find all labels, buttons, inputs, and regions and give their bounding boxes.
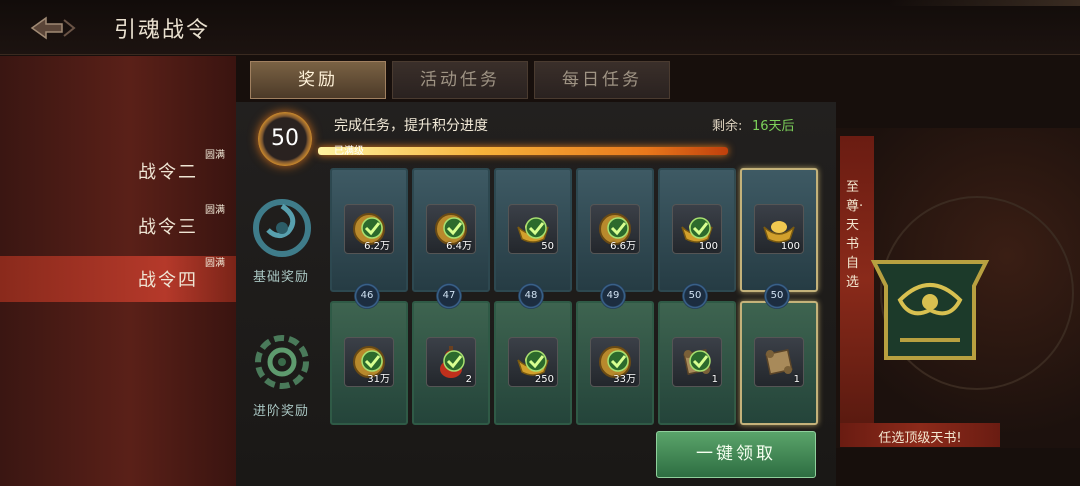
advanced-emblem-icon [250,330,314,394]
back-arrow-icon [30,16,76,40]
reward-quantity: 2 [465,374,472,385]
basic-reward-card[interactable]: 50 [494,168,572,292]
claimed-check-icon [441,217,467,239]
level-node: 48 [518,283,544,309]
basic-reward-card[interactable]: 100 [740,168,818,292]
tab-rewards[interactable]: 奖励 [250,61,386,99]
advanced-reward-card[interactable]: 31万 [330,301,408,425]
claimed-check-icon [523,350,549,372]
basic-reward-card[interactable]: 6.2万 [330,168,408,292]
tab-daily-tasks[interactable]: 每日任务 [534,61,670,99]
basic-rewards-label: 基础奖励 [253,270,310,285]
claimed-check-icon [687,350,713,372]
reward-quantity: 6.2万 [364,241,390,252]
reward-item: 50 [508,204,558,254]
back-button[interactable] [28,12,80,44]
basic-reward-card[interactable]: 6.4万 [412,168,490,292]
reward-quantity: 100 [780,241,800,252]
reward-quantity: 6.6万 [610,241,636,252]
advanced-reward-card[interactable]: 1 [658,301,736,425]
complete-badge: 圆满 [205,205,225,216]
reward-item: 33万 [590,337,640,387]
level-node: 50 [764,283,790,309]
sidebar-item-label: 战令三 [138,217,198,238]
claimed-check-icon [523,217,549,239]
claimed-check-icon [441,350,467,372]
maxed-label: 已满级 [334,146,364,157]
reward-item: 6.2万 [344,204,394,254]
claimed-check-icon [605,350,631,372]
claimed-check-icon [605,217,631,239]
sidebar-item-label: 战令四 [138,270,198,291]
reward-item: 2 [426,337,476,387]
claimed-check-icon [359,217,385,239]
reward-item: 31万 [344,337,394,387]
pick-hint: 任选顶级天书! [878,431,962,446]
claimed-check-icon [359,350,385,372]
basic-emblem-icon [250,196,314,260]
heavenly-book-icon[interactable] [860,250,1000,380]
advanced-reward-card[interactable]: 250 [494,301,572,425]
sidebar-item-pass-4[interactable]: 战令四 圆满 [0,256,236,302]
reward-quantity: 6.4万 [446,241,472,252]
claim-all-button[interactable]: 一键领取 [656,431,816,478]
claimed-check-icon [687,217,713,239]
basic-reward-card[interactable]: 6.6万 [576,168,654,292]
sidebar-item-pass-2[interactable]: 战令二 圆满 [0,148,236,194]
reward-item: 250 [508,337,558,387]
advanced-rewards-label: 进阶奖励 [253,404,310,419]
reward-item: 6.6万 [590,204,640,254]
sidebar: 战令二 圆满 战令三 圆满 战令四 圆满 [0,56,236,486]
level-node: 46 [354,283,380,309]
remaining-label: 剩余: [712,119,743,134]
reward-quantity: 250 [534,374,554,385]
level-node: 50 [682,283,708,309]
complete-badge: 圆满 [205,258,225,269]
advanced-reward-card[interactable]: 2 [412,301,490,425]
sidebar-item-pass-3[interactable]: 战令三 圆满 [0,203,236,249]
sidebar-item-label: 战令二 [138,162,198,183]
reward-item: 6.4万 [426,204,476,254]
reward-quantity: 100 [698,241,718,252]
top-decoration [890,0,1080,6]
level-node: 47 [436,283,462,309]
reward-quantity: 50 [541,241,554,252]
reward-item: 1 [672,337,722,387]
reward-quantity: 1 [793,374,800,385]
scroll-icon [761,344,797,380]
level-node: 49 [600,283,626,309]
reward-item: 100 [754,204,804,254]
remaining-value: 16天后 [752,119,795,134]
reward-quantity: 1 [711,374,718,385]
reward-quantity: 33万 [613,374,636,385]
advanced-reward-card[interactable]: 1 [740,301,818,425]
basic-reward-card[interactable]: 100 [658,168,736,292]
progress-bar [318,147,728,155]
tab-activity-tasks[interactable]: 活动任务 [392,61,528,99]
page-title: 引魂战令 [114,18,211,43]
task-hint: 完成任务，提升积分进度 [334,118,488,134]
reward-item: 1 [754,337,804,387]
complete-badge: 圆满 [205,150,225,161]
reward-item: 100 [672,204,722,254]
advanced-reward-card[interactable]: 33万 [576,301,654,425]
current-level: 50 [271,126,299,151]
reward-quantity: 31万 [367,374,390,385]
